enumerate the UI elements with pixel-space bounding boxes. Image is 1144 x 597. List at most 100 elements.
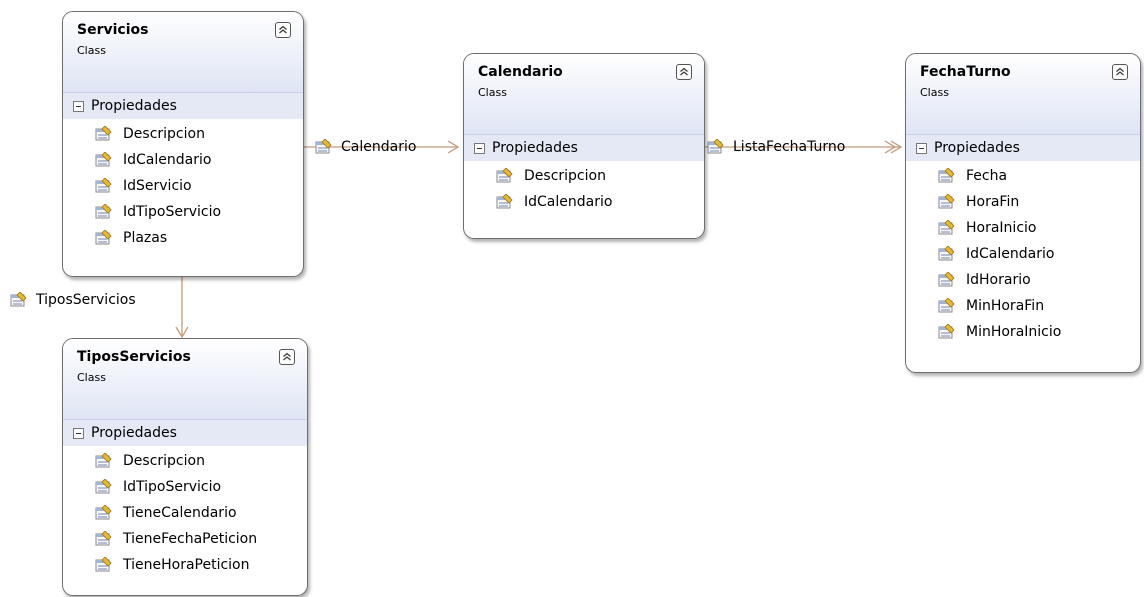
property-name: TieneCalendario [123,505,237,521]
property-name: IdTipoServicio [123,479,222,495]
property-row[interactable]: TieneCalendario [63,500,307,526]
collapse-icon[interactable] [1112,64,1128,80]
property-name: Plazas [123,230,168,246]
section-label: Propiedades [91,98,177,114]
class-shape-servicios[interactable]: Servicios Class Propiedades Descripcion … [62,11,304,277]
section-label: Propiedades [934,140,1020,156]
property-row[interactable]: IdCalendario [63,147,303,173]
property-icon [938,324,956,340]
property-row[interactable]: Descripcion [464,163,704,189]
properties-section-header[interactable]: Propiedades [63,93,303,119]
property-icon [938,168,956,184]
property-name: IdTipoServicio [123,204,222,220]
property-icon [938,272,956,288]
property-name: HoraFin [966,194,1020,210]
property-icon [95,505,113,521]
class-shape-tiposservicios[interactable]: TiposServicios Class Propiedades Descrip… [62,338,308,596]
property-icon [496,168,514,184]
property-name: Descripcion [123,126,205,142]
property-name: IdCalendario [966,246,1055,262]
class-header: FechaTurno Class [906,54,1140,135]
property-row[interactable]: IdCalendario [464,189,704,215]
property-name: Descripcion [524,168,606,184]
class-name: TiposServicios [77,349,191,365]
property-icon [315,139,333,155]
property-name: HoraInicio [966,220,1037,236]
association-label-text: Calendario [341,139,417,155]
properties-section-header[interactable]: Propiedades [63,420,307,446]
association-label-text: ListaFechaTurno [733,139,846,155]
collapse-icon[interactable] [275,22,291,38]
property-row[interactable]: MinHoraFin [906,293,1140,319]
section-label: Propiedades [91,425,177,441]
property-list: Descripcion IdTipoServicio TieneCalendar… [63,446,307,586]
collapse-minus-icon[interactable] [474,142,485,154]
properties-section-header[interactable]: Propiedades [464,135,704,161]
property-name: IdHorario [966,272,1031,288]
property-icon [95,230,113,246]
property-name: IdCalendario [524,194,613,210]
property-icon [95,479,113,495]
property-name: MinHoraFin [966,298,1045,314]
property-row[interactable]: HoraInicio [906,215,1140,241]
property-list: Fecha HoraFin HoraInicio IdCalendario Id… [906,161,1140,353]
property-icon [938,220,956,236]
class-name: Calendario [478,64,563,80]
collapse-minus-icon[interactable] [73,100,84,112]
association-label-text: TiposServicios [36,292,136,308]
property-list: Descripcion IdCalendario IdServicio IdTi… [63,119,303,259]
property-name: IdServicio [123,178,192,194]
property-list: Descripcion IdCalendario [464,161,704,223]
property-row[interactable]: Descripcion [63,448,307,474]
property-row[interactable]: TieneHoraPeticion [63,552,307,578]
property-row[interactable]: IdTipoServicio [63,474,307,500]
property-icon [707,139,725,155]
property-icon [95,557,113,573]
property-icon [938,194,956,210]
property-name: Descripcion [123,453,205,469]
property-icon [95,178,113,194]
class-header: Calendario Class [464,54,704,135]
property-icon [938,298,956,314]
property-row[interactable]: Plazas [63,225,303,251]
association-label-calendario[interactable]: Calendario [315,139,416,155]
class-kind: Class [77,371,106,384]
collapse-minus-icon[interactable] [916,142,927,154]
association-label-listafechaturno[interactable]: ListaFechaTurno [707,139,845,155]
class-kind: Class [920,86,949,99]
property-icon [95,531,113,547]
collapse-icon[interactable] [279,349,295,365]
property-row[interactable]: IdServicio [63,173,303,199]
association-label-tiposservicios[interactable]: TiposServicios [10,292,136,308]
class-kind: Class [478,86,507,99]
property-icon [95,453,113,469]
property-row[interactable]: HoraFin [906,189,1140,215]
property-icon [95,126,113,142]
property-name: IdCalendario [123,152,212,168]
property-name: Fecha [966,168,1008,184]
property-name: TieneFechaPeticion [123,531,258,547]
class-header: TiposServicios Class [63,339,307,420]
property-row[interactable]: IdTipoServicio [63,199,303,225]
property-row[interactable]: MinHoraInicio [906,319,1140,345]
collapse-icon[interactable] [676,64,692,80]
property-row[interactable]: IdCalendario [906,241,1140,267]
collapse-minus-icon[interactable] [73,427,84,439]
class-name: FechaTurno [920,64,1011,80]
property-icon [95,152,113,168]
property-icon [496,194,514,210]
property-name: TieneHoraPeticion [123,557,250,573]
property-name: MinHoraInicio [966,324,1062,340]
class-shape-fechaturno[interactable]: FechaTurno Class Propiedades Fecha HoraF… [905,53,1141,373]
property-icon [95,204,113,220]
class-shape-calendario[interactable]: Calendario Class Propiedades Descripcion… [463,53,705,239]
property-row[interactable]: IdHorario [906,267,1140,293]
property-icon [938,246,956,262]
class-header: Servicios Class [63,12,303,93]
property-row[interactable]: Descripcion [63,121,303,147]
property-row[interactable]: Fecha [906,163,1140,189]
section-label: Propiedades [492,140,578,156]
property-icon [10,292,28,308]
property-row[interactable]: TieneFechaPeticion [63,526,307,552]
properties-section-header[interactable]: Propiedades [906,135,1140,161]
